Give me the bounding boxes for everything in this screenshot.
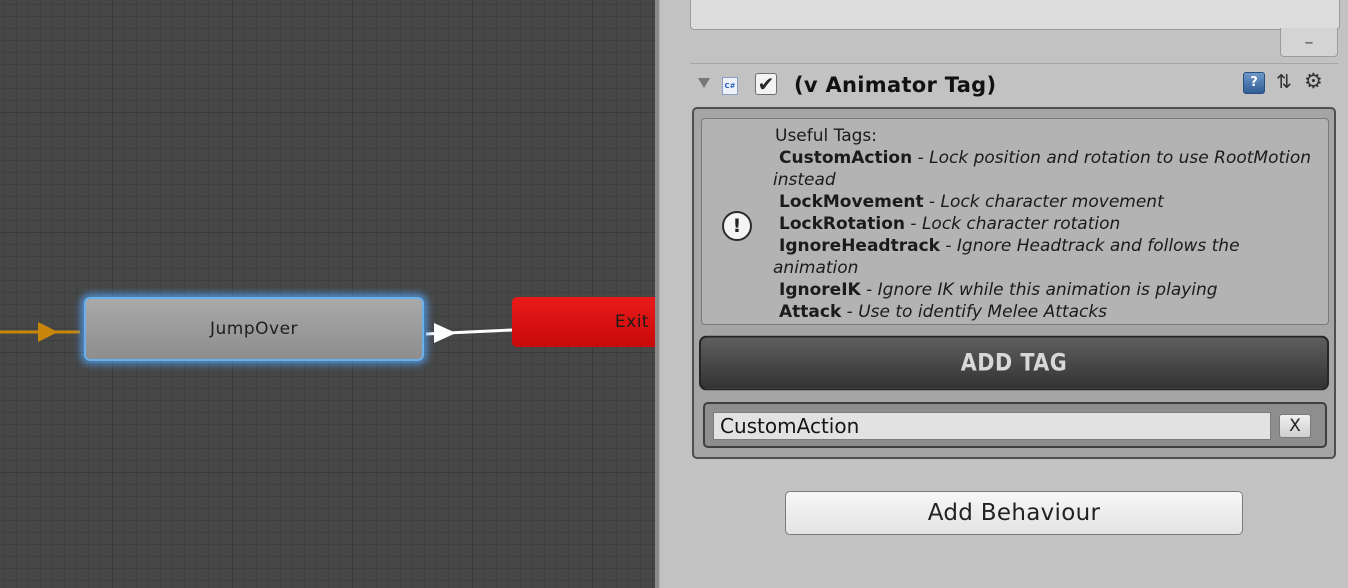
help-tag-name: LockRotation	[779, 214, 905, 234]
previous-list-field	[690, 0, 1340, 30]
state-node-label: Exit	[614, 312, 650, 332]
help-tag-sep: -	[905, 214, 922, 234]
help-tag-name: IgnoreIK	[779, 280, 861, 300]
component-title: (v Animator Tag)	[794, 73, 997, 97]
help-text: Useful Tags: CustomAction - Lock positio…	[773, 125, 1323, 323]
graph-transitions	[0, 322, 513, 343]
help-tag-sep: -	[912, 148, 930, 168]
list-remove-button[interactable]: –	[1280, 28, 1338, 57]
help-tag-line: LockRotation - Lock character rotation	[773, 213, 1323, 235]
add-behaviour-button[interactable]: Add Behaviour	[785, 491, 1243, 535]
info-exclamation-icon: !	[722, 211, 752, 241]
help-tag-line: IgnoreIK - Ignore IK while this animatio…	[773, 279, 1323, 301]
help-tag-line: Attack - Use to identify Melee Attacks	[773, 301, 1323, 323]
state-node-jumpover[interactable]: JumpOver	[84, 297, 424, 361]
divider	[690, 63, 1338, 64]
help-tag-sep: -	[939, 236, 957, 256]
tag-input[interactable]	[713, 412, 1271, 440]
tag-entry-row: X	[703, 402, 1327, 448]
state-node-exit[interactable]: Exit	[512, 297, 655, 347]
foldout-arrow-icon[interactable]	[698, 78, 710, 88]
help-tag-line: CustomAction - Lock position and rotatio…	[773, 147, 1323, 191]
help-tag-name: IgnoreHeadtrack	[779, 236, 940, 256]
help-tag-name: CustomAction	[779, 148, 913, 168]
remove-tag-button[interactable]: X	[1279, 414, 1311, 438]
component-body: ! Useful Tags: CustomAction - Lock posit…	[692, 107, 1336, 459]
inspector-panel: – C# ✔ (v Animator Tag) ? ⇅ ⚙ ! Useful T…	[660, 0, 1348, 588]
add-tag-button[interactable]: ADD TAG	[699, 335, 1329, 391]
help-tag-desc: Ignore IK while this animation is playin…	[877, 280, 1218, 300]
list-remove-label: –	[1304, 31, 1314, 53]
help-book-icon[interactable]: ?	[1243, 72, 1265, 94]
animator-graph-canvas[interactable]: JumpOver Exit	[0, 0, 655, 588]
help-tag-name: LockMovement	[779, 192, 924, 212]
component-enabled-checkbox[interactable]: ✔	[755, 73, 777, 95]
help-tag-sep: -	[841, 302, 859, 322]
exit-transition-arrow-icon	[434, 323, 456, 343]
help-tag-line: IgnoreHeadtrack - Ignore Headtrack and f…	[773, 235, 1323, 279]
state-node-label: JumpOver	[209, 319, 299, 339]
help-tag-desc: Lock character movement	[940, 192, 1164, 212]
component-header[interactable]: C# ✔ (v Animator Tag) ? ⇅ ⚙	[696, 66, 1341, 104]
help-tag-sep: -	[860, 280, 878, 300]
script-icon: C#	[722, 77, 738, 95]
help-tag-line: LockMovement - Lock character movement	[773, 191, 1323, 213]
help-tag-name: Attack	[779, 302, 842, 322]
help-box: ! Useful Tags: CustomAction - Lock posit…	[701, 118, 1329, 325]
help-tag-desc: Use to identify Melee Attacks	[858, 302, 1108, 322]
help-header: Useful Tags:	[775, 126, 878, 146]
preset-icon[interactable]: ⇅	[1276, 71, 1292, 93]
help-tag-desc: Lock character rotation	[921, 214, 1121, 234]
gear-icon[interactable]: ⚙	[1304, 69, 1323, 93]
entry-transition-arrow-icon	[38, 322, 58, 342]
help-tag-sep: -	[923, 192, 941, 212]
